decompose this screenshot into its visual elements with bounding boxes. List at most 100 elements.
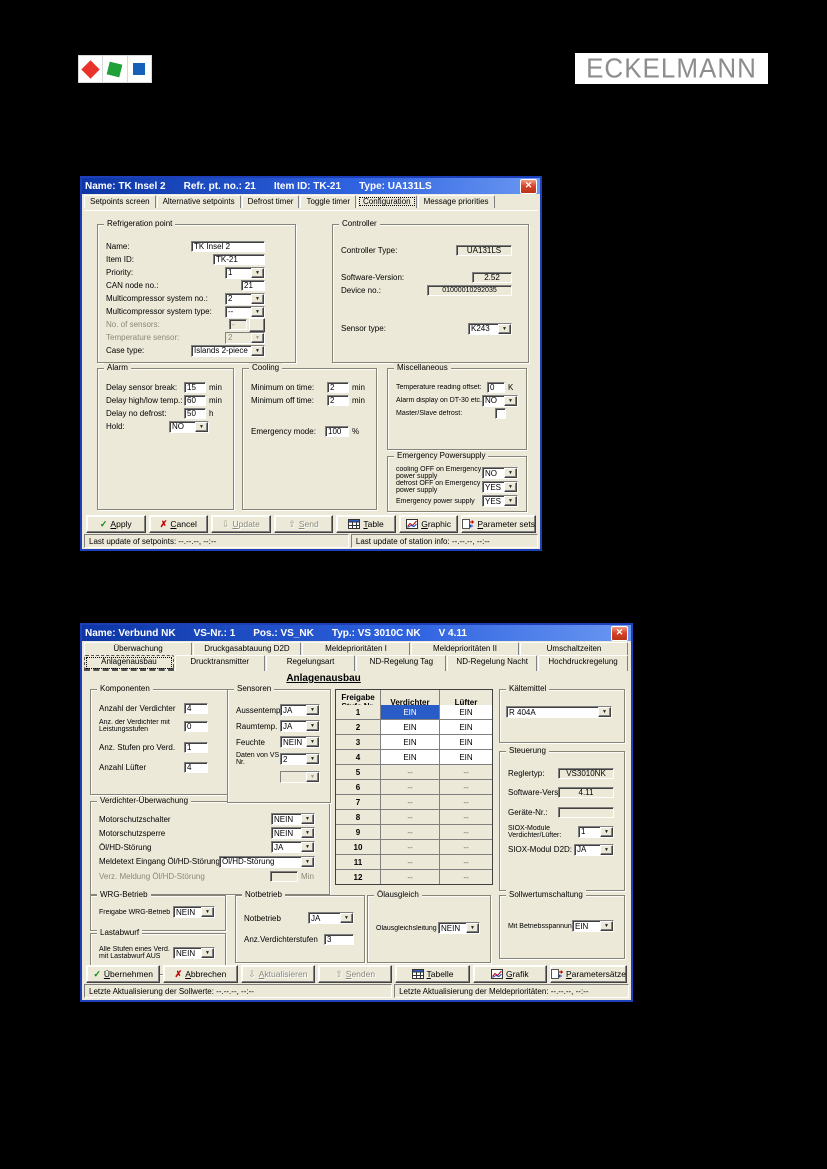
- close-icon[interactable]: ✕: [520, 179, 537, 194]
- tab-hochdruckregelung[interactable]: Hochdruckregelung: [538, 655, 628, 671]
- parametersaetze-button[interactable]: Parametersätze: [550, 965, 627, 983]
- item-id-input[interactable]: TK-21: [213, 254, 265, 265]
- delay-no-defrost-input[interactable]: 50: [184, 408, 206, 419]
- table-cell-luefter[interactable]: --: [440, 810, 492, 824]
- tab-toggle-timer[interactable]: Toggle timer: [300, 195, 356, 208]
- oel-hd-stoerung-dropdown[interactable]: JA▼: [271, 841, 315, 853]
- min-off-time-input[interactable]: 2: [327, 395, 349, 406]
- table-cell-verdichter[interactable]: --: [381, 825, 439, 839]
- abbrechen-button[interactable]: ✗Abbrechen: [163, 965, 237, 983]
- table-cell-luefter[interactable]: --: [440, 780, 492, 794]
- alarm-display-dropdown[interactable]: NO▼: [482, 395, 518, 407]
- table-cell-verdichter[interactable]: --: [381, 855, 439, 869]
- apply-button[interactable]: ✓Apply: [86, 515, 146, 533]
- case-type-dropdown[interactable]: Islands 2-piece▼: [191, 345, 265, 357]
- tab-message-priorities[interactable]: Message priorities: [418, 195, 495, 208]
- hold-dropdown[interactable]: NO▼: [169, 421, 209, 433]
- daten-von-vs-dropdown[interactable]: 2▼: [280, 753, 320, 765]
- sensoren-extra-dropdown[interactable]: ▼: [280, 771, 320, 783]
- table-cell-luefter[interactable]: --: [440, 840, 492, 854]
- tab-configuration[interactable]: Configuration: [357, 195, 417, 208]
- tab-ueberwachung[interactable]: Überwachung: [84, 642, 192, 655]
- table-button[interactable]: Table: [336, 515, 396, 533]
- table-cell-verdichter[interactable]: EIN: [381, 735, 439, 749]
- kaeltemittel-dropdown[interactable]: R 404A▼: [506, 706, 612, 718]
- table-cell-luefter[interactable]: EIN: [440, 720, 492, 734]
- tab-regelungsart[interactable]: Regelungsart: [266, 655, 356, 671]
- anz-verdichterstufen-input[interactable]: 3: [324, 934, 354, 945]
- window-titlebar[interactable]: Name: Verbund NK VS-Nr.: 1 Pos.: VS_NK T…: [82, 625, 631, 641]
- name-input[interactable]: TK Insel 2: [191, 241, 265, 252]
- temp-offset-input[interactable]: 0: [487, 382, 505, 393]
- graphic-button[interactable]: Graphic: [399, 515, 459, 533]
- verdichter-leistungsstufen-input[interactable]: 0: [184, 721, 208, 732]
- master-slave-checkbox[interactable]: [495, 408, 506, 419]
- table-cell-luefter[interactable]: EIN: [440, 750, 492, 764]
- motorschutzsperre-dropdown[interactable]: NEIN▼: [271, 827, 315, 839]
- emergency-mode-input[interactable]: 100: [325, 426, 349, 437]
- grafik-button[interactable]: Grafik: [473, 965, 547, 983]
- tab-setpoints-screen[interactable]: Setpoints screen: [84, 195, 156, 208]
- notbetrieb-dropdown[interactable]: JA▼: [308, 912, 354, 924]
- min-on-time-input[interactable]: 2: [327, 382, 349, 393]
- temp-sensor-dropdown[interactable]: 2▼: [225, 332, 265, 344]
- cancel-button[interactable]: ✗Cancel: [149, 515, 209, 533]
- verz-meldung-input[interactable]: [270, 871, 298, 882]
- table-cell-verdichter[interactable]: --: [381, 840, 439, 854]
- tab-nd-regelung-tag[interactable]: ND-Regelung Tag: [356, 655, 446, 671]
- table-cell-luefter[interactable]: EIN: [440, 705, 492, 719]
- table-cell-verdichter[interactable]: --: [381, 765, 439, 779]
- tab-drucktransmitter[interactable]: Drucktransmitter: [175, 655, 265, 671]
- can-node-input[interactable]: 21: [241, 280, 265, 291]
- parameter-sets-button[interactable]: Parameter sets: [461, 515, 536, 533]
- update-button[interactable]: ⇩Update: [211, 515, 271, 533]
- table-cell-luefter[interactable]: --: [440, 870, 492, 884]
- window-titlebar[interactable]: Name: TK Insel 2 Refr. pt. no.: 21 Item …: [82, 178, 540, 194]
- oelausgleichsleitung-dropdown[interactable]: NEIN▼: [438, 922, 480, 934]
- anzahl-verdichter-input[interactable]: 4: [184, 703, 208, 714]
- freigabe-wrg-dropdown[interactable]: NEIN▼: [173, 906, 215, 918]
- multi-no-dropdown[interactable]: 2▼: [225, 293, 265, 305]
- stufen-pro-verd-input[interactable]: 1: [184, 742, 208, 753]
- tab-alternative-setpoints[interactable]: Alternative setpoints: [157, 195, 241, 208]
- num-sensors-button[interactable]: [249, 318, 265, 332]
- siox-d2d-dropdown[interactable]: JA▼: [574, 844, 614, 856]
- sensor-type-dropdown[interactable]: K243▼: [468, 323, 512, 335]
- meldetext-dropdown[interactable]: Öl/HD-Störung▼: [219, 856, 315, 868]
- senden-button[interactable]: ⇧Senden: [318, 965, 392, 983]
- mit-betriebsspannung-dropdown[interactable]: EIN▼: [572, 920, 614, 932]
- table-cell-verdichter[interactable]: EIN: [381, 750, 439, 764]
- table-cell-verdichter[interactable]: --: [381, 870, 439, 884]
- tab-meldeprioritaeten-1[interactable]: Meldeprioritäten I: [302, 642, 410, 655]
- raumtemp-dropdown[interactable]: JA▼: [280, 720, 320, 732]
- tab-meldeprioritaeten-2[interactable]: Meldeprioritäten II: [411, 642, 519, 655]
- emergency-supply-dropdown[interactable]: YES▼: [482, 495, 518, 507]
- table-cell-verdichter[interactable]: EIN: [381, 720, 439, 734]
- defrost-off-dropdown[interactable]: YES▼: [482, 481, 518, 493]
- priority-dropdown[interactable]: 1▼: [225, 267, 265, 279]
- tab-druckgasabtauung[interactable]: Druckgasabtauung D2D: [193, 642, 301, 655]
- multi-type-dropdown[interactable]: --▼: [225, 306, 265, 318]
- aussentemp-dropdown[interactable]: JA▼: [280, 704, 320, 716]
- table-cell-luefter[interactable]: --: [440, 825, 492, 839]
- num-sensors-input[interactable]: -: [229, 319, 247, 330]
- table-cell-verdichter[interactable]: --: [381, 780, 439, 794]
- lastabwurf-aus-dropdown[interactable]: NEIN▼: [173, 947, 215, 959]
- table-cell-luefter[interactable]: --: [440, 855, 492, 869]
- anzahl-luefter-input[interactable]: 4: [184, 762, 208, 773]
- cooling-off-dropdown[interactable]: NO▼: [482, 467, 518, 479]
- table-cell-verdichter[interactable]: EIN: [381, 705, 439, 719]
- table-cell-luefter[interactable]: --: [440, 765, 492, 779]
- table-cell-luefter[interactable]: EIN: [440, 735, 492, 749]
- tab-anlagenausbau[interactable]: Anlagenausbau: [84, 655, 174, 671]
- aktualisieren-button[interactable]: ⇩Aktualisieren: [241, 965, 315, 983]
- tab-defrost-timer[interactable]: Defrost timer: [242, 195, 300, 208]
- tab-umschaltzeiten[interactable]: Umschaltzeiten: [520, 642, 628, 655]
- table-cell-luefter[interactable]: --: [440, 795, 492, 809]
- siox-module-dropdown[interactable]: 1▼: [578, 826, 614, 838]
- tab-nd-regelung-nacht[interactable]: ND-Regelung Nacht: [447, 655, 537, 671]
- delay-high-low-input[interactable]: 60: [184, 395, 206, 406]
- table-cell-verdichter[interactable]: --: [381, 795, 439, 809]
- motorschutzschalter-dropdown[interactable]: NEIN▼: [271, 813, 315, 825]
- send-button[interactable]: ⇧Send: [274, 515, 334, 533]
